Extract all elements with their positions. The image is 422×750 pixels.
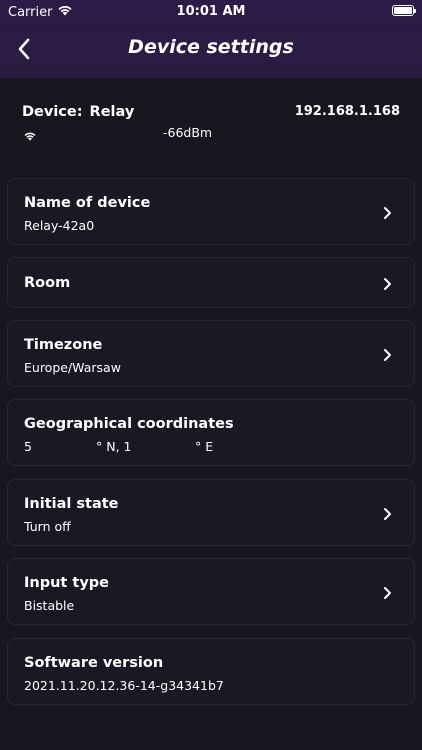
header: Carrier 10:01 AM Device settings	[0, 0, 422, 78]
coordinates-title: Geographical coordinates	[24, 416, 234, 432]
software-version-row: Software version 2021.11.20.12.36-14-g34…	[7, 638, 415, 705]
device-label: Device:	[22, 104, 83, 120]
timezone-value: Europe/Warsaw	[24, 360, 121, 375]
latitude-value: 5	[24, 439, 32, 454]
name-of-device-row[interactable]: Name of device Relay-42a0	[7, 178, 415, 245]
input-type-title: Input type	[24, 575, 109, 591]
battery-icon	[392, 5, 416, 16]
device-name: Relay	[89, 104, 135, 120]
chevron-right-icon	[384, 207, 391, 219]
chevron-right-icon	[384, 278, 391, 290]
chevron-right-icon	[384, 349, 391, 361]
initial-state-title: Initial state	[24, 496, 119, 512]
chevron-right-icon	[384, 587, 391, 599]
chevron-right-icon	[384, 508, 391, 520]
coordinates-row[interactable]: Geographical coordinates 5 ° N, 1 ° E	[7, 399, 415, 466]
room-row[interactable]: Room	[7, 257, 415, 308]
wifi-icon	[23, 126, 37, 145]
longitude-suffix: ° E	[195, 439, 214, 454]
input-type-row[interactable]: Input type Bistable	[7, 558, 415, 625]
software-version-value: 2021.11.20.12.36-14-g34341b7	[24, 678, 224, 693]
status-bar: Carrier 10:01 AM	[0, 0, 422, 24]
timezone-title: Timezone	[24, 337, 103, 353]
signal-strength: -66dBm	[163, 125, 213, 140]
initial-state-row[interactable]: Initial state Turn off	[7, 479, 415, 546]
page-title: Device settings	[128, 36, 294, 58]
latitude-suffix: ° N, 1	[96, 439, 132, 454]
name-of-device-title: Name of device	[24, 195, 151, 211]
device-row: Device: Relay	[22, 104, 134, 120]
ip-address: 192.168.1.168	[294, 104, 400, 119]
timezone-row[interactable]: Timezone Europe/Warsaw	[7, 320, 415, 387]
input-type-value: Bistable	[24, 598, 75, 613]
room-title: Room	[24, 275, 71, 291]
software-version-title: Software version	[24, 655, 164, 671]
status-time: 10:01 AM	[176, 4, 246, 19]
device-info: Device: Relay 192.168.1.168 -66dBm	[0, 78, 422, 158]
name-of-device-value: Relay-42a0	[24, 218, 95, 233]
initial-state-value: Turn off	[24, 519, 71, 534]
